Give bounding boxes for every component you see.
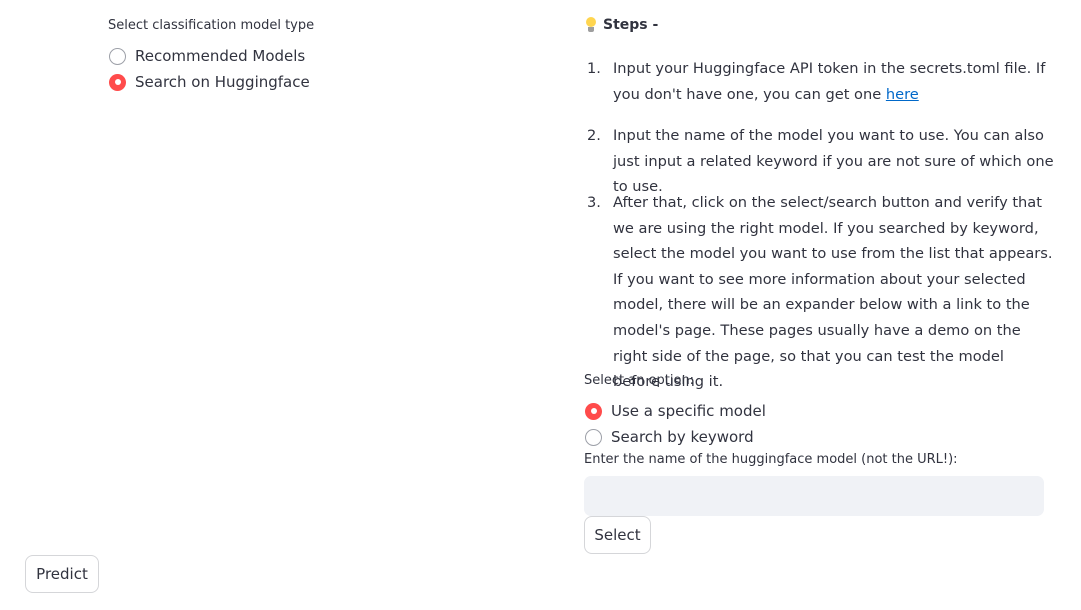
here-link[interactable]: here <box>886 86 919 103</box>
step-text: Input your Huggingface API token in the … <box>613 56 1054 107</box>
step-number: 2. <box>587 127 601 144</box>
lightbulb-icon <box>585 17 597 33</box>
radio-use-specific-model[interactable]: Use a specific model <box>585 401 766 421</box>
option-select-label: Select an option: <box>584 373 695 388</box>
radio-search-huggingface[interactable]: Search on Huggingface <box>109 72 310 92</box>
radio-checked-icon[interactable] <box>585 402 602 420</box>
radio-label: Search by keyword <box>611 428 754 446</box>
model-input-label: Enter the name of the huggingface model … <box>584 452 958 467</box>
step-text: Input the name of the model you want to … <box>613 127 1054 196</box>
radio-label: Search on Huggingface <box>135 73 310 91</box>
radio-unchecked-icon[interactable] <box>109 47 126 65</box>
radio-checked-icon[interactable] <box>109 73 126 91</box>
radio-recommended-models[interactable]: Recommended Models <box>109 46 305 66</box>
radio-label: Use a specific model <box>611 402 766 420</box>
list-item: 3. After that, click on the select/searc… <box>584 190 1054 395</box>
steps-header: Steps - <box>585 17 658 33</box>
model-type-label: Select classification model type <box>108 18 315 33</box>
radio-label: Recommended Models <box>135 47 306 65</box>
list-item: 2. Input the name of the model you want … <box>584 123 1054 200</box>
radio-unchecked-icon[interactable] <box>585 428 602 446</box>
list-item: 1. Input your Huggingface API token in t… <box>584 56 1054 107</box>
step-text-body: Input your Huggingface API token in the … <box>613 60 1046 103</box>
predict-button[interactable]: Predict <box>25 555 99 593</box>
step-number: 1. <box>587 60 601 77</box>
radio-search-by-keyword[interactable]: Search by keyword <box>585 427 754 447</box>
steps-title: Steps - <box>603 17 659 33</box>
step-text: After that, click on the select/search b… <box>613 194 1053 391</box>
model-name-input[interactable] <box>584 476 1044 516</box>
select-button[interactable]: Select <box>584 516 651 554</box>
step-number: 3. <box>587 194 601 211</box>
